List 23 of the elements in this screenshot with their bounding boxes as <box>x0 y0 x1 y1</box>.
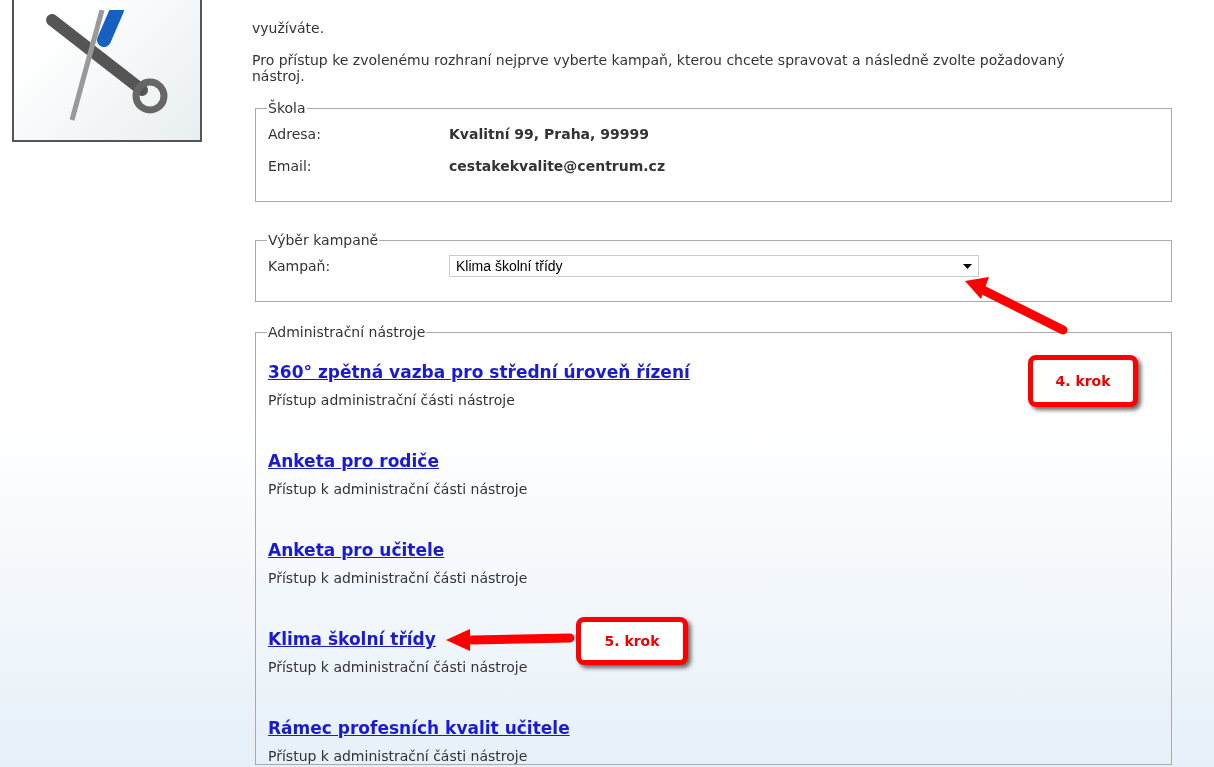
tool-description: Přístup administrační části nástroje <box>268 392 515 408</box>
tool-description: Přístup k administrační části nástroje <box>268 748 528 764</box>
campaign-select[interactable]: Klima školní třídy <box>449 255 979 277</box>
tool-link[interactable]: Anketa pro rodiče <box>268 451 439 471</box>
field-label: Kampaň: <box>268 258 332 274</box>
tool-link[interactable]: Klima školní třídy <box>268 629 436 649</box>
field-label: Adresa: <box>268 126 322 142</box>
fieldset-legend: Škola <box>267 100 307 116</box>
tool-description: Přístup k administrační části nástroje <box>268 481 528 497</box>
tool-description: Přístup k administrační části nástroje <box>268 570 528 586</box>
fieldset-legend: Administrační nástroje <box>267 324 427 340</box>
field-label: Email: <box>268 158 313 174</box>
step-callout: 5. krok <box>576 617 688 665</box>
tool-link[interactable]: Anketa pro učitele <box>268 540 445 560</box>
step-callout: 4. krok <box>1028 355 1138 407</box>
tool-link[interactable]: 360° zpětná vazba pro střední úroveň řízení <box>268 362 690 382</box>
tool-link[interactable]: Rámec profesních kvalit učitele <box>268 718 570 738</box>
intro-paragraph: Pro přístup ke zvolenému rozhraní nejprve vyberte kampaň, kterou chcete spravovat a následně zvolte požadovaný nástroj. <box>252 52 1066 84</box>
fieldset-legend: Výběr kampaně <box>267 232 380 248</box>
field-value: Kvalitní 99, Praha, 99999 <box>449 126 649 142</box>
field-value: cestakekvalite@centrum.cz <box>449 158 666 174</box>
tool-description: Přístup k administrační části nástroje <box>268 659 528 675</box>
intro-paragraph: využíváte. <box>252 20 326 36</box>
